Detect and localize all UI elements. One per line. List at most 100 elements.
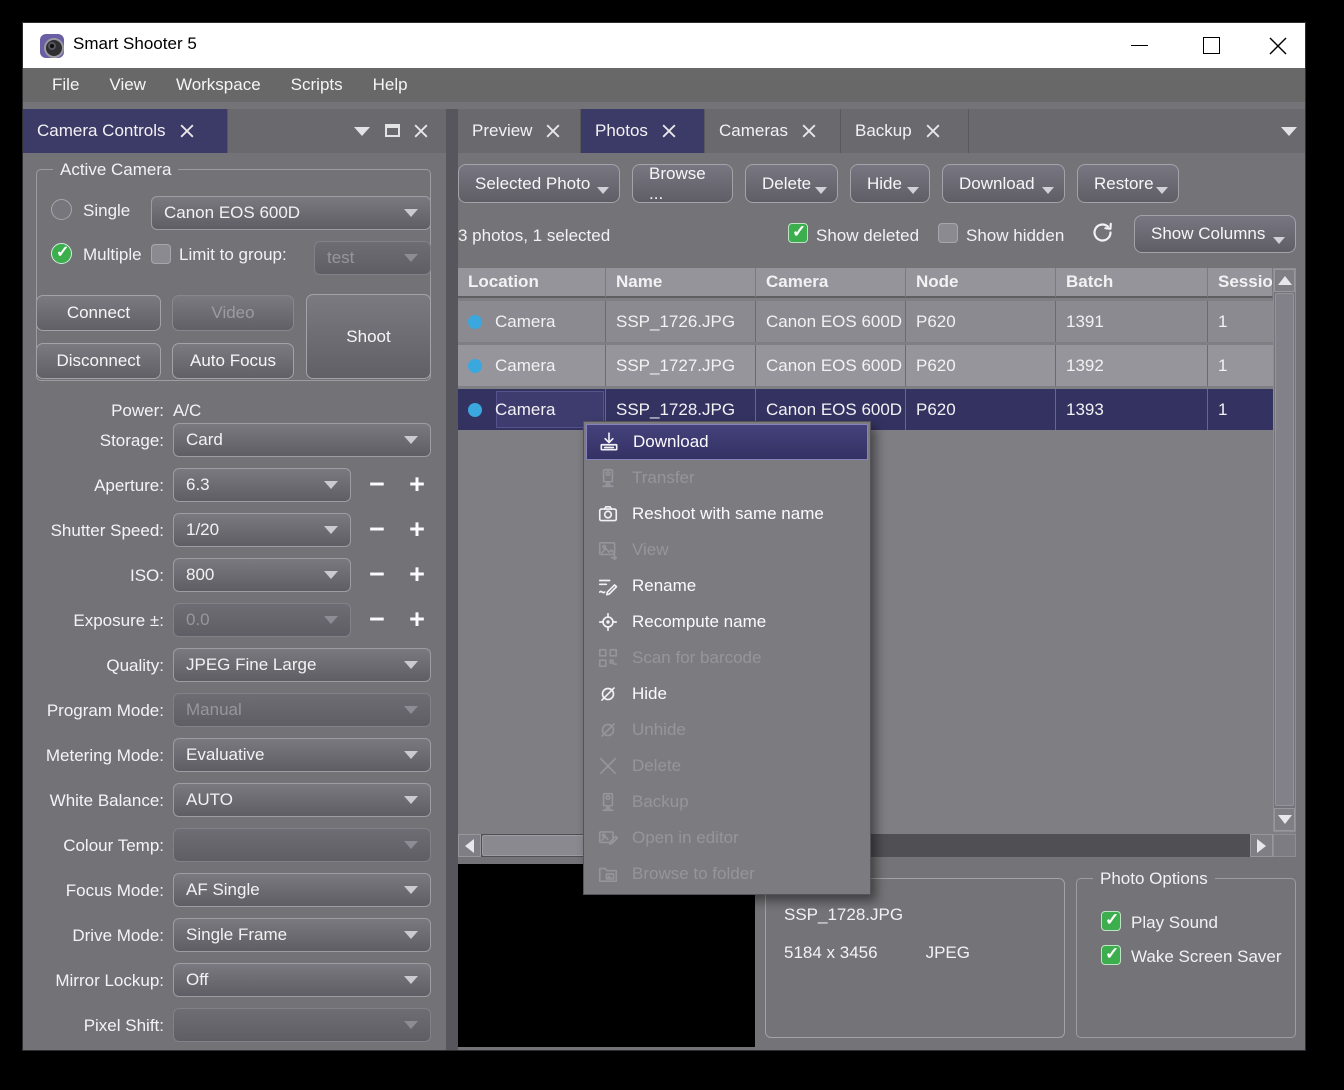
dock-float-icon[interactable]	[385, 124, 400, 137]
context-menu-item-rename[interactable]: Rename	[586, 568, 868, 604]
shoot-button[interactable]: Shoot	[306, 294, 431, 379]
context-menu-item-download[interactable]: Download	[586, 424, 868, 460]
delete-button[interactable]: Delete	[745, 164, 838, 203]
tab-close-icon[interactable]	[662, 124, 676, 138]
column-header-location[interactable]: Location	[458, 268, 606, 298]
auto-focus-button[interactable]: Auto Focus	[172, 343, 294, 379]
scroll-up-button[interactable]	[1274, 269, 1295, 292]
tab-photos-label: Photos	[595, 121, 648, 141]
column-header-node[interactable]: Node	[906, 268, 1056, 298]
browse-button[interactable]: Browse ...	[632, 164, 733, 203]
refresh-icon[interactable]	[1089, 219, 1116, 251]
chevron-down-icon	[404, 254, 418, 262]
shutter-decrement-button[interactable]: −	[363, 513, 391, 547]
chevron-down-icon	[597, 187, 609, 194]
menu-help[interactable]: Help	[358, 68, 423, 102]
chevron-down-icon	[1042, 187, 1054, 194]
menu-file[interactable]: File	[37, 68, 94, 102]
scroll-right-button[interactable]	[1250, 834, 1273, 857]
tab-camera-controls[interactable]: Camera Controls	[23, 109, 228, 153]
table-row[interactable]: Camera SSP_1727.JPG Canon EOS 600D P620 …	[458, 345, 1273, 386]
multiple-radio[interactable]: ✓	[51, 243, 72, 264]
aperture-increment-button[interactable]: +	[403, 468, 431, 502]
tab-close-icon[interactable]	[180, 124, 194, 138]
storage-select[interactable]: Card	[173, 423, 431, 457]
photo-options-title: Photo Options	[1093, 869, 1215, 889]
scroll-left-button[interactable]	[458, 834, 481, 857]
context-menu-item-hide[interactable]: Hide	[586, 676, 868, 712]
restore-button-label: Restore	[1094, 174, 1154, 194]
menu-scripts[interactable]: Scripts	[276, 68, 358, 102]
unhide-icon	[596, 718, 620, 742]
column-header-session[interactable]: Session	[1208, 268, 1273, 298]
quality-select[interactable]: JPEG Fine Large	[173, 648, 431, 682]
drive-mode-select[interactable]: Single Frame	[173, 918, 431, 952]
camera-select[interactable]: Canon EOS 600D	[151, 196, 431, 230]
tab-close-icon[interactable]	[546, 124, 560, 138]
tab-preview[interactable]: Preview	[458, 109, 581, 153]
minimize-button[interactable]	[1117, 23, 1163, 68]
power-value: A/C	[173, 401, 201, 421]
selected-photo-button[interactable]: Selected Photo	[458, 164, 620, 203]
context-menu-item-browse-to-folder: Browse to folder	[586, 856, 868, 892]
menu-workspace[interactable]: Workspace	[161, 68, 276, 102]
show-hidden-checkbox[interactable]	[938, 223, 958, 243]
iso-increment-button[interactable]: +	[403, 558, 431, 592]
aperture-select[interactable]: 6.3	[173, 468, 351, 502]
multiple-radio-label: Multiple	[83, 245, 142, 265]
focus-mode-value: AF Single	[186, 880, 404, 900]
tab-photos[interactable]: Photos	[581, 109, 705, 153]
focus-mode-select[interactable]: AF Single	[173, 873, 431, 907]
restore-button[interactable]: Restore	[1077, 164, 1179, 203]
play-sound-checkbox[interactable]: ✓	[1101, 911, 1121, 931]
context-menu-item-delete: Delete	[586, 748, 868, 784]
connect-button[interactable]: Connect	[36, 295, 161, 331]
tab-close-icon[interactable]	[802, 124, 816, 138]
panel-splitter[interactable]	[446, 109, 458, 1051]
left-dock-strip: Camera Controls	[23, 109, 446, 153]
dock-menu-icon[interactable]	[354, 127, 370, 136]
wake-screen-saver-checkbox[interactable]: ✓	[1101, 945, 1121, 965]
scroll-down-button[interactable]	[1274, 808, 1295, 831]
iso-decrement-button[interactable]: −	[363, 558, 391, 592]
vertical-scroll-thumb[interactable]	[1275, 293, 1294, 806]
limit-to-group-label: Limit to group:	[179, 245, 287, 265]
vertical-scrollbar[interactable]	[1273, 268, 1296, 832]
tab-backup-label: Backup	[855, 121, 912, 141]
menu-view[interactable]: View	[94, 68, 161, 102]
column-header-batch[interactable]: Batch	[1056, 268, 1208, 298]
shutter-speed-select[interactable]: 1/20	[173, 513, 351, 547]
hide-button[interactable]: Hide	[850, 164, 930, 203]
exposure-increment-button[interactable]: +	[403, 603, 431, 637]
open-in-editor-icon	[596, 826, 620, 850]
shutter-increment-button[interactable]: +	[403, 513, 431, 547]
maximize-button[interactable]	[1189, 23, 1235, 68]
disconnect-button[interactable]: Disconnect	[36, 343, 161, 379]
metering-mode-select[interactable]: Evaluative	[173, 738, 431, 772]
dock-close-icon[interactable]	[414, 124, 428, 138]
chevron-down-icon	[404, 976, 418, 984]
download-button[interactable]: Download	[942, 164, 1065, 203]
single-radio[interactable]	[51, 199, 72, 220]
tab-overflow-icon[interactable]	[1281, 127, 1297, 136]
arrow-up-icon	[1278, 276, 1292, 285]
column-header-name[interactable]: Name	[606, 268, 756, 298]
column-header-camera[interactable]: Camera	[756, 268, 906, 298]
show-deleted-checkbox[interactable]: ✓	[788, 223, 808, 243]
close-button[interactable]	[1255, 23, 1301, 68]
mirror-lockup-select[interactable]: Off	[173, 963, 431, 997]
white-balance-select[interactable]: AUTO	[173, 783, 431, 817]
tab-cameras[interactable]: Cameras	[705, 109, 841, 153]
chevron-down-icon	[404, 209, 418, 217]
tab-backup[interactable]: Backup	[841, 109, 969, 153]
exposure-decrement-button[interactable]: −	[363, 603, 391, 637]
limit-to-group-checkbox[interactable]	[151, 244, 171, 264]
iso-select[interactable]: 800	[173, 558, 351, 592]
table-row[interactable]: Camera SSP_1726.JPG Canon EOS 600D P620 …	[458, 301, 1273, 342]
tab-close-icon[interactable]	[926, 124, 940, 138]
context-menu-item-recompute-name[interactable]: Recompute name	[586, 604, 868, 640]
context-menu-item-reshoot[interactable]: Reshoot with same name	[586, 496, 868, 532]
show-columns-button[interactable]: Show Columns	[1134, 215, 1296, 253]
check-icon: ✓	[1105, 910, 1119, 930]
aperture-decrement-button[interactable]: −	[363, 468, 391, 502]
